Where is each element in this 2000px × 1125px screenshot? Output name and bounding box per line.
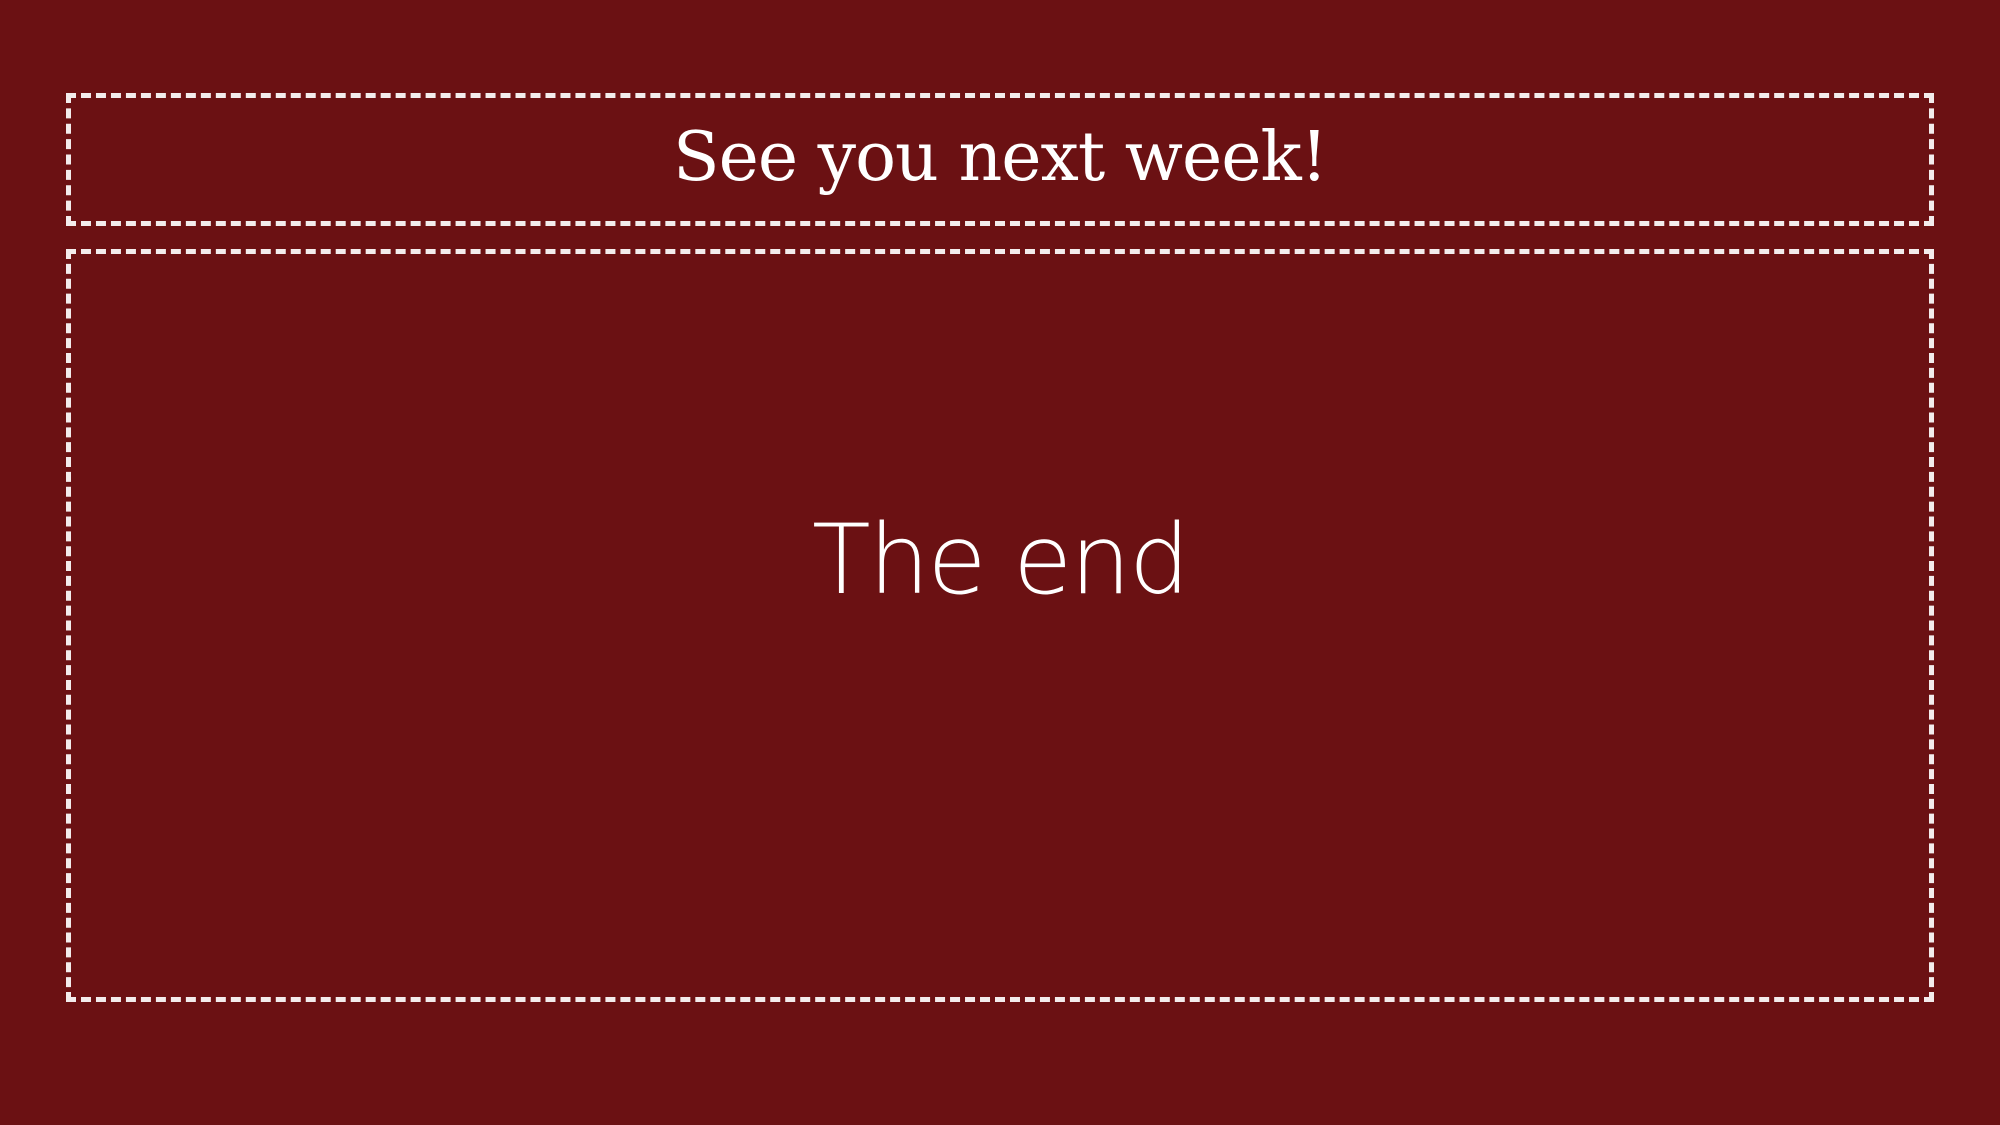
- slide-body-text: The end: [812, 503, 1190, 616]
- content-box: The end: [66, 249, 1934, 1002]
- title-box: See you next week!: [66, 93, 1934, 226]
- slide-title: See you next week!: [673, 117, 1328, 197]
